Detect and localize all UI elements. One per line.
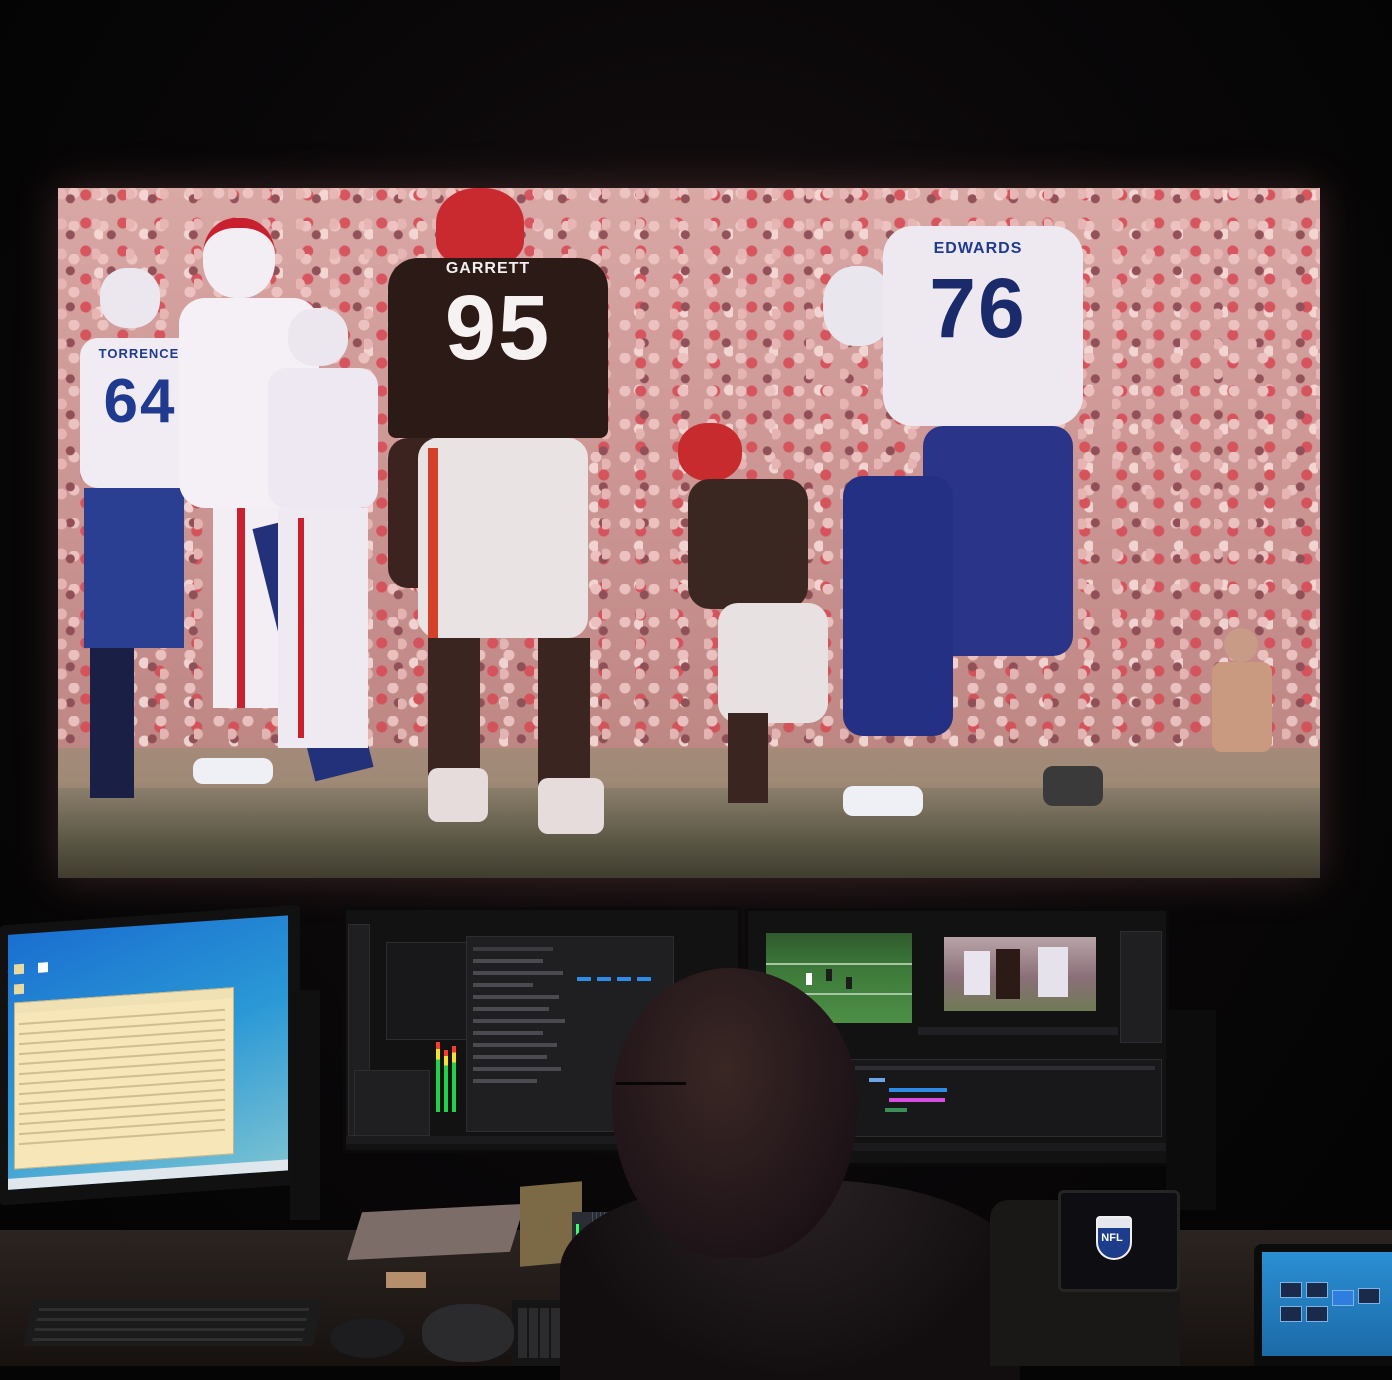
browns-player-95: GARRETT 95 — [388, 188, 638, 848]
left-monitor — [0, 904, 300, 1206]
jersey-number: 95 — [444, 277, 552, 379]
playback-controls[interactable] — [918, 1027, 1118, 1035]
tablet-button[interactable] — [1306, 1306, 1328, 1322]
bin-panel[interactable] — [354, 1070, 430, 1136]
audio-meter — [444, 1050, 448, 1112]
tablet-button[interactable] — [1306, 1282, 1328, 1298]
bills-player-background — [258, 308, 388, 828]
audio-meter — [452, 1046, 456, 1112]
desktop-icon[interactable] — [38, 962, 48, 973]
keyboard[interactable] — [23, 1300, 323, 1346]
projection-screen: TORRENCE 64 GARRETT 95 EDWARDS 76 — [58, 188, 1320, 878]
tablet-screen[interactable] — [1262, 1252, 1392, 1356]
timeline-panel[interactable] — [848, 1059, 1162, 1137]
tablet-button[interactable] — [1358, 1288, 1380, 1304]
papers — [347, 1203, 525, 1261]
control-tablet[interactable] — [1254, 1244, 1392, 1366]
mouse[interactable] — [330, 1318, 404, 1358]
windows-desktop — [8, 915, 288, 1190]
monitor-stand — [1166, 1010, 1216, 1210]
sideline-person — [1208, 628, 1278, 808]
sticky-note — [386, 1272, 426, 1288]
monitor-stand — [290, 990, 320, 1220]
glasses — [616, 1082, 686, 1107]
jersey-number: 76 — [929, 261, 1027, 355]
person-head — [612, 968, 858, 1258]
audio-meter — [436, 1042, 440, 1112]
desktop-icon[interactable] — [14, 963, 24, 975]
properties-panel[interactable] — [1120, 931, 1162, 1043]
tablet-button-active[interactable] — [1332, 1290, 1354, 1306]
program-monitor[interactable] — [944, 937, 1096, 1011]
tablet-button[interactable] — [1280, 1306, 1302, 1322]
trackball[interactable] — [422, 1304, 514, 1362]
desktop-icon[interactable] — [14, 983, 24, 995]
tablet-button[interactable] — [1280, 1282, 1302, 1298]
nfl-logo-text: NFL — [1101, 1232, 1123, 1244]
bills-player-76: EDWARDS 76 — [823, 206, 1143, 846]
dialog-panel[interactable] — [386, 942, 468, 1040]
file-explorer-window[interactable] — [14, 987, 234, 1170]
jersey-nameplate: EDWARDS — [933, 240, 1023, 257]
